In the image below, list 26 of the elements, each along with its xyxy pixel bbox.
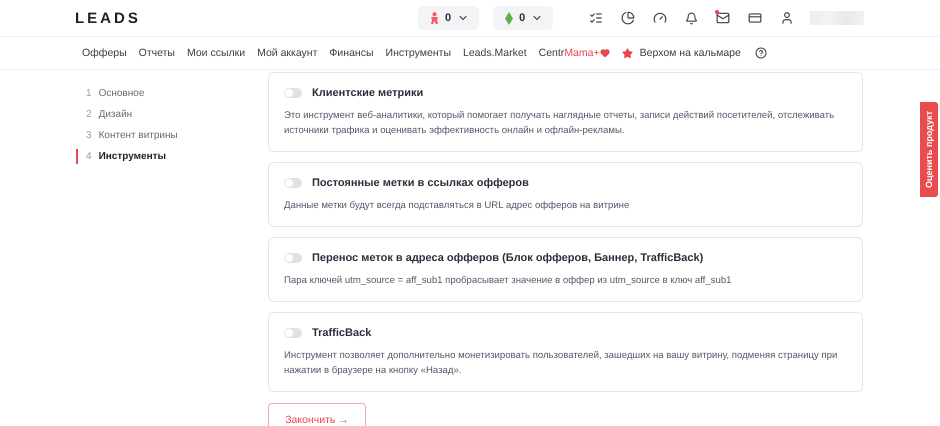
nav-link[interactable]: Мой аккаунт [257,47,318,59]
nav-link[interactable]: Leads.Market [463,47,527,59]
nav-link[interactable]: Мои ссылки [186,47,246,59]
tool-description: Это инструмент веб-аналитики, который помогает получать наглядные отчеты, записи действий посетителей, отслеживать источники трафика и оценивать эффективность онлайн и офлайн-рекламы. [284,109,836,138]
step-link[interactable]: 1 Основное [76,86,268,101]
tool-description: Инструмент позволяет дополнительно монетизировать пользователей, зашедших на вашу витрину, подменяя страницу при нажатии в браузере на кнопку «Назад». [284,349,838,378]
tool-title: Перенос меток в адреса офферов (Блок офферов, Баннер, TrafficBack) [312,252,704,264]
nav-link[interactable]: Инструменты [386,47,451,59]
tool-description: Данные метки будут всегда подставляться в URL адрес офферов на витрине [284,199,630,213]
balance-dropdown[interactable]: 0 [493,6,554,30]
nav-link[interactable]: Отчеты [138,47,175,59]
tool-title: Постоянные метки в ссылках офферов [312,177,529,189]
finish-button[interactable]: Закончить → [268,403,366,426]
step-link[interactable]: 2 Дизайн [76,107,268,122]
tool-description: Пара ключей utm_source = aff_sub1 пробрасывает значение в оффер из utm_source в ключ aff_sub1 [284,274,732,288]
nav-link[interactable]: Офферы [82,47,127,59]
nav-link[interactable]: CentrMama+ [538,47,610,59]
balance-dropdown[interactable]: 0 [418,6,480,30]
step-link[interactable]: 4 Инструменты [76,149,268,164]
nav-link[interactable]: Верхом на кальмаре [640,47,741,59]
tool-title: Клиентские метрики [312,87,424,99]
logo[interactable]: LEADS [75,10,418,26]
feedback-tab[interactable]: Оценить продукт [920,102,938,197]
step-link[interactable]: 3 Контент витрины [76,128,268,143]
nav-link[interactable]: Финансы [329,47,374,59]
tool-title: TrafficBack [312,327,372,339]
